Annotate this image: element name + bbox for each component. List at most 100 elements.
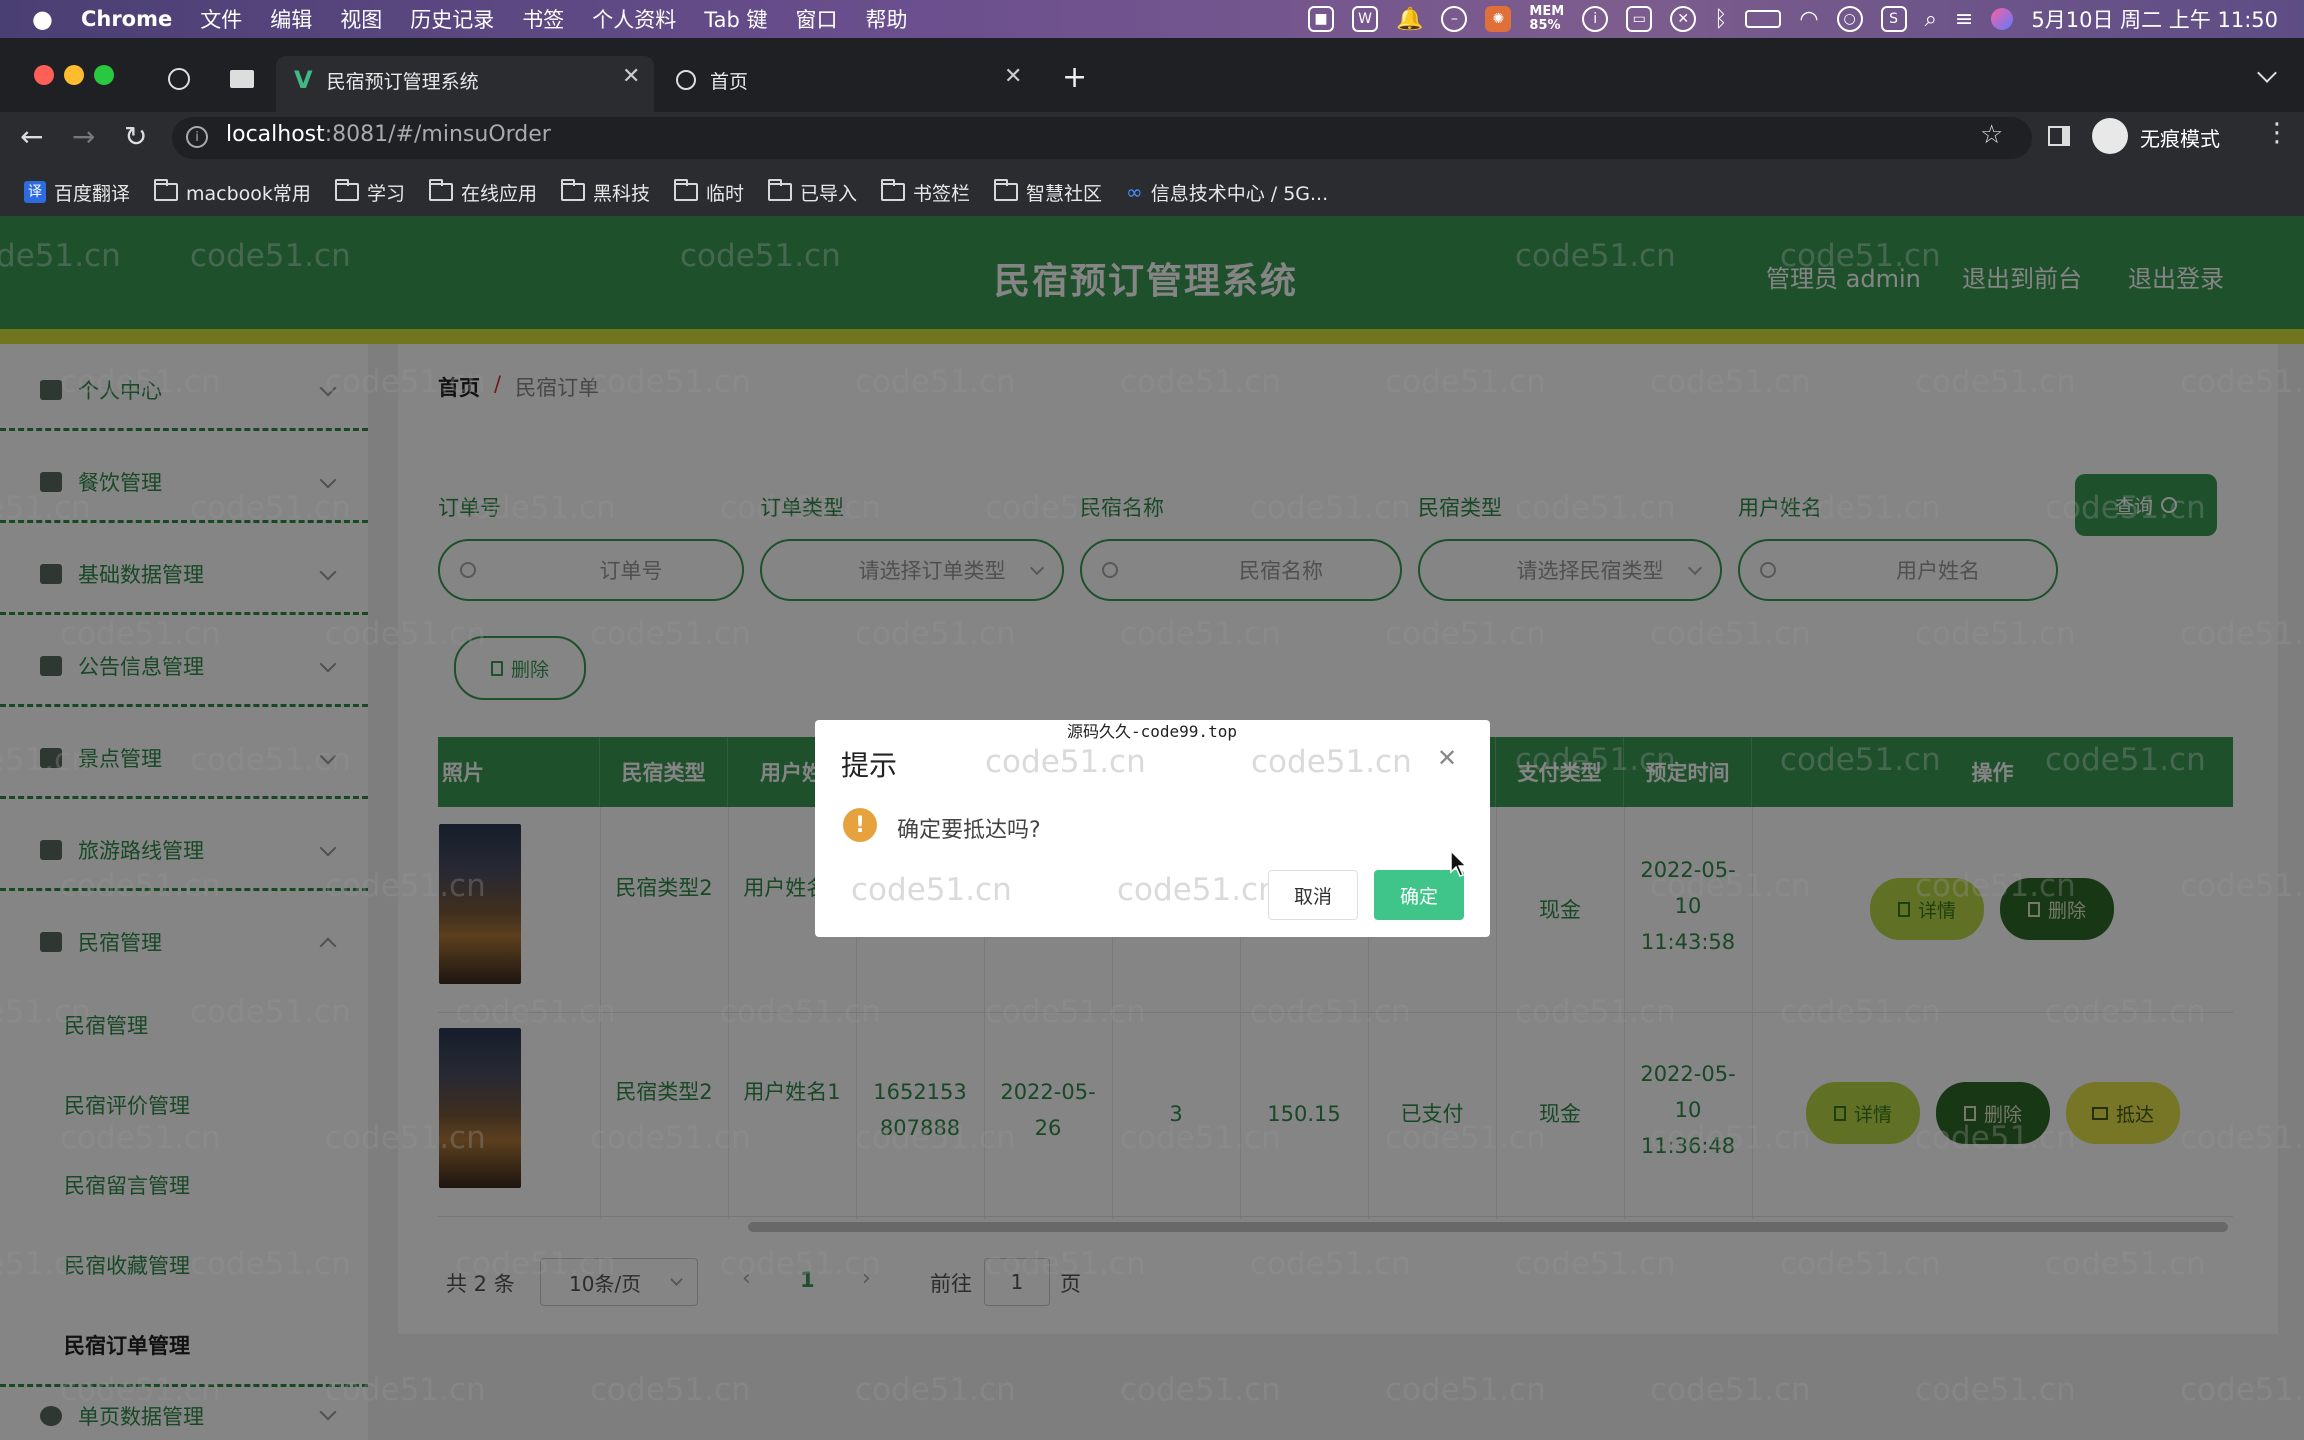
watermark-text: code51.cn: [1385, 1372, 1546, 1408]
incognito-label[interactable]: 无痕模式: [2140, 123, 2220, 152]
network-icon[interactable]: ✕: [1670, 6, 1697, 32]
account-icon[interactable]: ○: [1836, 6, 1863, 32]
back-arrow-icon[interactable]: ←: [20, 120, 43, 153]
window-icon[interactable]: ▭: [1626, 6, 1653, 32]
mem-indicator[interactable]: MEM 85%: [1529, 5, 1564, 33]
new-tab-plus-icon[interactable]: +: [1062, 60, 1087, 95]
forward-arrow-icon[interactable]: →: [72, 120, 95, 153]
watermark-text: code51.cn: [2180, 1120, 2304, 1156]
pinned-tab-globe-icon[interactable]: [168, 68, 190, 90]
window-close-button[interactable]: [34, 65, 54, 85]
menu-help[interactable]: 帮助: [865, 4, 907, 34]
menu-edit[interactable]: 编辑: [270, 4, 312, 34]
bluetooth-icon[interactable]: ᛒ: [1714, 7, 1727, 32]
bookmark-folder-tech[interactable]: 黑科技: [560, 179, 650, 206]
window-minimize-button[interactable]: [64, 65, 84, 85]
site-info-icon[interactable]: i: [186, 126, 208, 148]
siri-icon[interactable]: [1991, 8, 2014, 30]
watermark-text: code51.cn: [455, 490, 616, 526]
tab-close-icon[interactable]: ✕: [622, 64, 640, 89]
bookmark-folder-study[interactable]: 学习: [334, 179, 405, 206]
mem-label: MEM: [1529, 4, 1565, 19]
watermark-text: code51.cn: [1385, 364, 1546, 400]
tab-home[interactable]: 首页: [676, 56, 748, 104]
watermark-text: code51.cn: [2180, 868, 2304, 904]
watermark-text: code51.cn: [1120, 364, 1281, 400]
watermark-text: code51.cn: [720, 994, 881, 1030]
info-icon[interactable]: i: [1582, 6, 1609, 32]
control-center-icon[interactable]: ≡: [1955, 7, 1973, 32]
watermark-text: code51.cn: [325, 1372, 486, 1408]
cancel-button[interactable]: 取消: [1268, 870, 1358, 920]
bookmark-label: 在线应用: [460, 182, 537, 205]
menu-window[interactable]: 窗口: [795, 4, 837, 34]
search-icon[interactable]: ⌕: [1925, 7, 1937, 32]
menubar-datetime[interactable]: 5月10日 周二 上午 11:50: [2031, 4, 2278, 34]
bookmark-it-center[interactable]: ∞ 信息技术中心 / 5G...: [1126, 179, 1328, 206]
menu-bookmarks[interactable]: 书签: [522, 4, 564, 34]
window-maximize-button[interactable]: [94, 65, 114, 85]
watermark-text: code51.cn: [1650, 364, 1811, 400]
confirm-label: 确定: [1399, 885, 1438, 908]
watermark-text: code51.cn: [1915, 1120, 2076, 1156]
globe-icon: [676, 70, 696, 90]
wifi-icon[interactable]: ◠: [1799, 7, 1818, 32]
minus-circle-icon[interactable]: –: [1441, 6, 1468, 32]
bookmark-star-icon[interactable]: ☆: [1980, 120, 2003, 150]
menu-history[interactable]: 历史记录: [410, 4, 494, 34]
menu-profile[interactable]: 个人资料: [592, 4, 676, 34]
dialog-close-icon[interactable]: ✕: [1437, 744, 1457, 772]
s-app-icon[interactable]: S: [1880, 6, 1907, 32]
stop-icon[interactable]: ■: [1308, 6, 1335, 32]
menu-file[interactable]: 文件: [200, 4, 242, 34]
watermark-text: code51.cn: [1915, 868, 2076, 904]
watermark-text: code51.cn: [1120, 1120, 1281, 1156]
watermark-text: code51.cn: [190, 1246, 351, 1282]
watermark-text: code51.cn: [2045, 994, 2206, 1030]
watermark-text: code51.cn: [455, 994, 616, 1030]
watermark-text: code51.cn: [2045, 1246, 2206, 1282]
menu-app-name[interactable]: Chrome: [81, 7, 172, 31]
watermark-text: code51.cn: [1780, 490, 1941, 526]
more-menu-icon[interactable]: ⋮: [2264, 118, 2290, 148]
watermark-text: code51.cn: [855, 364, 1016, 400]
bell-icon[interactable]: 🔔: [1396, 7, 1423, 32]
watermark-text: code51.cn: [60, 1120, 221, 1156]
menu-view[interactable]: 视图: [340, 4, 382, 34]
incognito-icon[interactable]: [2092, 118, 2128, 154]
battery-icon[interactable]: [1745, 10, 1782, 28]
wps-icon[interactable]: W: [1352, 6, 1379, 32]
apple-icon[interactable]: ●: [32, 5, 53, 33]
gear-icon[interactable]: ✺: [1485, 6, 1512, 32]
watermark-text: code51.cn: [2045, 742, 2206, 778]
warning-icon: !: [843, 808, 877, 842]
watermark-text: code51.cn: [985, 490, 1146, 526]
bookmark-folder-community[interactable]: 智慧社区: [994, 179, 1102, 206]
url-text[interactable]: localhost:8081/#/minsuOrder: [226, 122, 551, 147]
bookmark-folder-online[interactable]: 在线应用: [428, 179, 537, 206]
bookmark-folder-imported[interactable]: 已导入: [768, 179, 857, 206]
tab-close-icon[interactable]: ✕: [1004, 64, 1022, 89]
bookmark-folder-bar[interactable]: 书签栏: [881, 179, 970, 206]
pinned-tab-card-icon[interactable]: [230, 70, 254, 88]
mem-percent: 85%: [1529, 18, 1561, 33]
watermark-text: code51.cn: [1385, 1120, 1546, 1156]
bookmark-baidu-translate[interactable]: 译百度翻译: [24, 179, 130, 206]
tab-title: 首页: [710, 70, 749, 93]
watermark-text: code51.cn: [1515, 742, 1676, 778]
watermark-text: code51.cn: [1650, 1120, 1811, 1156]
tab-active-content[interactable]: V 民宿预订管理系统: [294, 56, 479, 104]
watermark-text: code51.cn: [855, 616, 1016, 652]
folder-icon: [768, 179, 792, 201]
watermark-text: code51.cn: [2045, 490, 2206, 526]
dialog-message: 确定要抵达吗?: [897, 818, 1041, 843]
menu-tab[interactable]: Tab 键: [704, 4, 767, 34]
bookmark-folder-macbook[interactable]: macbook常用: [154, 179, 311, 206]
watermark-text: code51.cn: [985, 1246, 1146, 1282]
watermark-text: code51.cn: [1515, 1246, 1676, 1282]
bookmark-label: 百度翻译: [54, 182, 131, 205]
watermark-text: code51.cn: [2180, 616, 2304, 652]
bookmark-folder-temp[interactable]: 临时: [673, 179, 744, 206]
reload-icon[interactable]: ↻: [124, 120, 147, 153]
side-panel-icon[interactable]: [2048, 126, 2070, 146]
